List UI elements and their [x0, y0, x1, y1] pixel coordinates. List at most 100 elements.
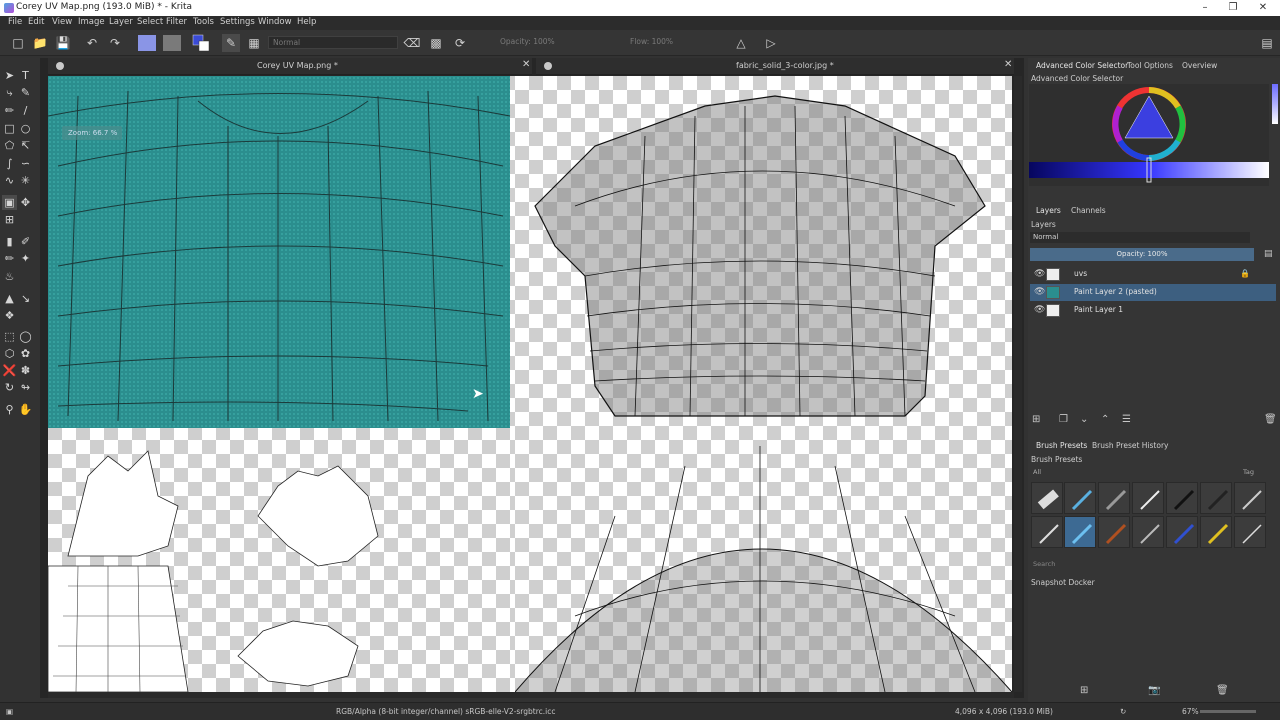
elliptical-selection-tool-icon[interactable]: ◯ — [18, 329, 33, 344]
polygon-tool-icon[interactable]: ⬠ — [2, 138, 17, 153]
minimize-button[interactable]: – — [1190, 0, 1220, 16]
crop-tool-icon[interactable]: ⊞ — [2, 212, 17, 227]
multibrush-tool-icon[interactable]: ✳ — [18, 173, 33, 188]
document-tab-uv-map[interactable]: Corey UV Map.png * ✕ — [48, 58, 532, 75]
fill-tool-icon[interactable]: ♨ — [2, 269, 17, 284]
brush-preset-fine-liner[interactable] — [1234, 516, 1266, 548]
menu-help[interactable]: Help — [297, 17, 316, 27]
brush-preset-blue-pencil[interactable] — [1064, 482, 1096, 514]
document-tab-fabric[interactable]: fabric_solid_3-color.jpg * ✕ — [536, 58, 1014, 75]
tab-channels[interactable]: Channels — [1071, 206, 1106, 215]
layer-row-uvs[interactable]: 👁 uvs 🔒 — [1030, 266, 1276, 283]
brush-preset-dry-brush[interactable] — [1098, 516, 1130, 548]
tab-advanced-color-selector[interactable]: Advanced Color Selector — [1036, 61, 1128, 70]
polygonal-selection-tool-icon[interactable]: ⬡ — [2, 346, 17, 361]
freehand-brush-tool-icon[interactable]: ✏ — [2, 103, 17, 118]
menu-view[interactable]: View — [52, 17, 72, 27]
horizontal-scrollbar[interactable] — [48, 692, 1014, 698]
eraser-mode-icon[interactable]: ⌫ — [403, 34, 421, 52]
zoom-slider[interactable] — [1200, 710, 1256, 713]
color-selector-area[interactable] — [1029, 84, 1269, 186]
delete-layer-icon[interactable]: 🗑 — [1264, 414, 1277, 425]
brush-preset-ink-pen[interactable] — [1166, 482, 1198, 514]
add-layer-icon[interactable]: ⊞ — [1032, 414, 1040, 425]
brush-preset-pencil[interactable] — [1234, 482, 1266, 514]
take-snapshot-icon[interactable]: 📷 — [1148, 685, 1160, 696]
magnetic-selection-tool-icon[interactable]: ↬ — [18, 380, 33, 395]
bezier-tool-icon[interactable]: ∫ — [2, 156, 17, 171]
brush-filter-select[interactable]: All — [1033, 468, 1041, 476]
rectangle-tool-icon[interactable]: □ — [2, 121, 17, 136]
menu-select[interactable]: Select — [137, 17, 163, 27]
gradient-tool-icon[interactable]: ▮ — [2, 234, 17, 249]
brush-preset-marker[interactable] — [1200, 482, 1232, 514]
contiguous-selection-tool-icon[interactable]: ❌ — [2, 363, 17, 378]
tab-overview[interactable]: Overview — [1182, 61, 1217, 70]
menu-file[interactable]: File — [8, 17, 22, 27]
brush-preset-eraser[interactable] — [1031, 482, 1063, 514]
layer-row-paint-layer-2-selected[interactable]: 👁 Paint Layer 2 (pasted) — [1030, 284, 1276, 301]
close-tab-icon[interactable]: ✕ — [1004, 59, 1012, 70]
close-window-button[interactable]: ✕ — [1248, 0, 1278, 16]
undo-icon[interactable]: ↶ — [83, 34, 101, 52]
selection-mode-icon[interactable]: ▣ — [6, 707, 13, 716]
brush-preset-blender[interactable] — [1031, 516, 1063, 548]
move-layer-up-icon[interactable]: ⌃ — [1101, 414, 1109, 425]
transform-tool-icon[interactable]: ▣ — [2, 195, 17, 210]
line-tool-icon[interactable]: / — [18, 103, 33, 118]
select-shapes-tool-icon[interactable]: ➤ — [2, 68, 17, 83]
brush-preset-airbrush[interactable] — [1132, 482, 1164, 514]
calligraphy-tool-icon[interactable]: ✎ — [18, 85, 33, 100]
layer-menu-icon[interactable]: ☰ — [1122, 414, 1131, 425]
dynamic-brush-tool-icon[interactable]: ∿ — [2, 173, 17, 188]
brush-preset-smudge[interactable] — [1098, 482, 1130, 514]
menu-layer[interactable]: Layer — [109, 17, 133, 27]
tab-tool-options[interactable]: Tool Options — [1127, 61, 1173, 70]
open-document-icon[interactable]: 📁 — [31, 34, 49, 52]
duplicate-layer-icon[interactable]: ❐ — [1059, 414, 1068, 425]
brush-preset-blue-ink[interactable] — [1166, 516, 1198, 548]
rotate-canvas-icon[interactable]: ↻ — [1120, 707, 1126, 716]
layer-blend-mode-select[interactable]: Normal — [1030, 232, 1250, 243]
similar-color-selection-tool-icon[interactable]: ✽ — [18, 363, 33, 378]
fill-gradient-icon[interactable] — [138, 35, 156, 51]
menu-image[interactable]: Image — [78, 17, 105, 27]
text-tool-icon[interactable]: T — [18, 68, 33, 83]
visibility-eye-icon[interactable]: 👁 — [1034, 305, 1045, 315]
reload-preset-icon[interactable]: ⟳ — [451, 34, 469, 52]
brush-search-input[interactable]: Search — [1033, 560, 1055, 568]
preserve-alpha-icon[interactable]: ▩ — [427, 34, 445, 52]
brush-settings-icon[interactable]: ▦ — [245, 34, 263, 52]
pan-tool-icon[interactable]: ✋ — [18, 402, 33, 417]
tab-layers[interactable]: Layers — [1036, 206, 1061, 215]
move-layer-down-icon[interactable]: ⌄ — [1080, 414, 1088, 425]
fabric-canvas[interactable] — [515, 76, 1012, 692]
menu-filter[interactable]: Filter — [166, 17, 187, 27]
visibility-eye-icon[interactable]: 👁 — [1034, 269, 1045, 279]
close-tab-icon[interactable]: ✕ — [522, 59, 530, 70]
freehand-selection-tool-icon[interactable]: ✿ — [18, 346, 33, 361]
polyline-tool-icon[interactable]: ↸ — [18, 138, 33, 153]
uv-map-canvas[interactable]: Zoom: 66.7 % — [48, 76, 515, 692]
menu-window[interactable]: Window — [258, 17, 292, 27]
bezier-selection-tool-icon[interactable]: ↻ — [2, 380, 17, 395]
layer-row-paint-layer-1[interactable]: 👁 Paint Layer 1 — [1030, 302, 1276, 319]
brush-tag-select[interactable]: Tag — [1243, 468, 1254, 476]
restore-button[interactable]: ❐ — [1218, 0, 1248, 16]
menu-edit[interactable]: Edit — [28, 17, 44, 27]
measure-tool-icon[interactable]: ↘ — [18, 291, 33, 306]
blend-mode-select[interactable]: Normal — [268, 36, 398, 49]
pattern-icon[interactable] — [163, 35, 181, 51]
tab-brush-presets[interactable]: Brush Presets — [1036, 441, 1087, 450]
layer-properties-icon[interactable]: ▤ — [1264, 249, 1273, 259]
freehand-path-tool-icon[interactable]: ∽ — [18, 156, 33, 171]
mirror-horizontal-icon[interactable]: △ — [732, 34, 750, 52]
opacity-slider[interactable]: Opacity: 100% — [500, 37, 555, 46]
menu-settings[interactable]: Settings — [220, 17, 255, 27]
new-document-icon[interactable]: □ — [9, 34, 27, 52]
save-icon[interactable]: 💾 — [54, 34, 72, 52]
flow-slider[interactable]: Flow: 100% — [630, 37, 673, 46]
lock-icon[interactable]: 🔒 — [1240, 269, 1250, 278]
brush-preset-texture[interactable] — [1200, 516, 1232, 548]
brush-preset-basic-selected[interactable] — [1064, 516, 1096, 548]
